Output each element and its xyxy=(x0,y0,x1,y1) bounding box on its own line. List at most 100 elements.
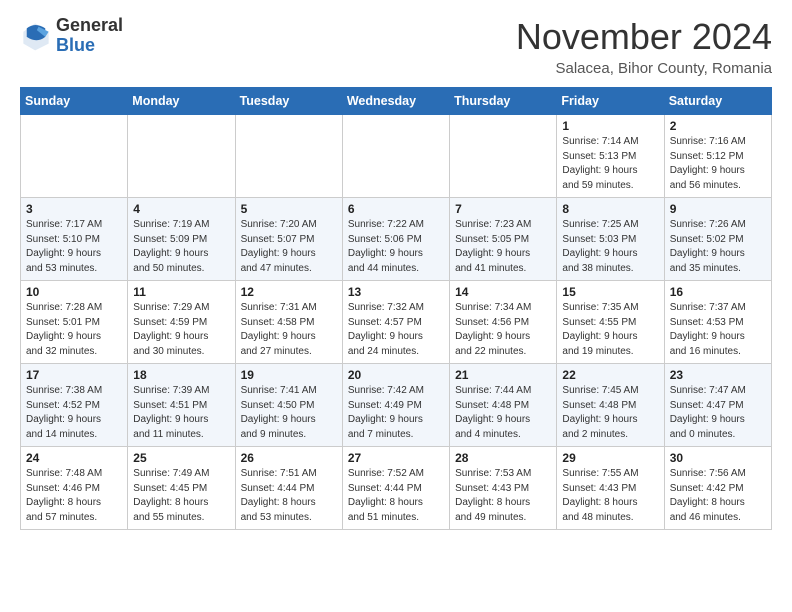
weekday-header-wednesday: Wednesday xyxy=(342,88,449,115)
day-info: Sunrise: 7:16 AM Sunset: 5:12 PM Dayligh… xyxy=(670,135,766,193)
day-info: Sunrise: 7:53 AM Sunset: 4:43 PM Dayligh… xyxy=(455,467,551,525)
day-info: Sunrise: 7:52 AM Sunset: 4:44 PM Dayligh… xyxy=(348,467,444,525)
day-info: Sunrise: 7:26 AM Sunset: 5:02 PM Dayligh… xyxy=(670,218,766,276)
day-info: Sunrise: 7:14 AM Sunset: 5:13 PM Dayligh… xyxy=(562,135,658,193)
day-number: 30 xyxy=(670,451,766,465)
day-info: Sunrise: 7:55 AM Sunset: 4:43 PM Dayligh… xyxy=(562,467,658,525)
calendar-cell: 19Sunrise: 7:41 AM Sunset: 4:50 PM Dayli… xyxy=(235,364,342,447)
calendar-cell: 9Sunrise: 7:26 AM Sunset: 5:02 PM Daylig… xyxy=(664,198,771,281)
title-block: November 2024 Salacea, Bihor County, Rom… xyxy=(516,16,772,77)
day-info: Sunrise: 7:56 AM Sunset: 4:42 PM Dayligh… xyxy=(670,467,766,525)
day-number: 7 xyxy=(455,202,551,216)
logo: General Blue xyxy=(20,16,123,56)
day-info: Sunrise: 7:35 AM Sunset: 4:55 PM Dayligh… xyxy=(562,301,658,359)
calendar-week-1: 3 Sunrise: 7:17 AM Sunset: 5:10 PM Daylig… xyxy=(21,198,772,281)
day-info: Sunrise: 7:37 AM Sunset: 4:53 PM Dayligh… xyxy=(670,301,766,359)
day-info: Sunrise: 7:25 AM Sunset: 5:03 PM Dayligh… xyxy=(562,218,658,276)
day-number: 29 xyxy=(562,451,658,465)
calendar-cell: 6 Sunrise: 7:22 AM Sunset: 5:06 PM Daylig… xyxy=(342,198,449,281)
logo-text: General Blue xyxy=(56,16,123,56)
month-title: November 2024 xyxy=(516,16,772,58)
calendar-cell: 22Sunrise: 7:45 AM Sunset: 4:48 PM Dayli… xyxy=(557,364,664,447)
day-number: 12 xyxy=(241,285,337,299)
calendar-cell xyxy=(342,115,449,198)
day-number: 23 xyxy=(670,368,766,382)
weekday-header-monday: Monday xyxy=(128,88,235,115)
calendar-week-3: 17Sunrise: 7:38 AM Sunset: 4:52 PM Dayli… xyxy=(21,364,772,447)
day-info: Sunrise: 7:48 AM Sunset: 4:46 PM Dayligh… xyxy=(26,467,122,525)
day-info: Sunrise: 7:34 AM Sunset: 4:56 PM Dayligh… xyxy=(455,301,551,359)
calendar-cell: 14 Sunrise: 7:34 AM Sunset: 4:56 PM Dayli… xyxy=(450,281,557,364)
day-number: 3 xyxy=(26,202,122,216)
calendar-cell: 2 Sunrise: 7:16 AM Sunset: 5:12 PM Daylig… xyxy=(664,115,771,198)
calendar-cell: 18 Sunrise: 7:39 AM Sunset: 4:51 PM Dayli… xyxy=(128,364,235,447)
calendar-cell: 4Sunrise: 7:19 AM Sunset: 5:09 PM Daylig… xyxy=(128,198,235,281)
day-number: 27 xyxy=(348,451,444,465)
calendar-cell: 20Sunrise: 7:42 AM Sunset: 4:49 PM Dayli… xyxy=(342,364,449,447)
calendar-cell: 30 Sunrise: 7:56 AM Sunset: 4:42 PM Dayli… xyxy=(664,447,771,530)
day-info: Sunrise: 7:41 AM Sunset: 4:50 PM Dayligh… xyxy=(241,384,337,442)
day-number: 6 xyxy=(348,202,444,216)
day-info: Sunrise: 7:29 AM Sunset: 4:59 PM Dayligh… xyxy=(133,301,229,359)
calendar: SundayMondayTuesdayWednesdayThursdayFrid… xyxy=(20,87,772,530)
day-info: Sunrise: 7:47 AM Sunset: 4:47 PM Dayligh… xyxy=(670,384,766,442)
calendar-cell: 15 Sunrise: 7:35 AM Sunset: 4:55 PM Dayli… xyxy=(557,281,664,364)
calendar-cell: 25Sunrise: 7:49 AM Sunset: 4:45 PM Dayli… xyxy=(128,447,235,530)
day-number: 2 xyxy=(670,119,766,133)
calendar-cell: 11 Sunrise: 7:29 AM Sunset: 4:59 PM Dayli… xyxy=(128,281,235,364)
day-info: Sunrise: 7:38 AM Sunset: 4:52 PM Dayligh… xyxy=(26,384,122,442)
weekday-header-sunday: Sunday xyxy=(21,88,128,115)
calendar-cell: 3 Sunrise: 7:17 AM Sunset: 5:10 PM Daylig… xyxy=(21,198,128,281)
calendar-cell: 23 Sunrise: 7:47 AM Sunset: 4:47 PM Dayli… xyxy=(664,364,771,447)
weekday-header-friday: Friday xyxy=(557,88,664,115)
day-info: Sunrise: 7:17 AM Sunset: 5:10 PM Dayligh… xyxy=(26,218,122,276)
day-info: Sunrise: 7:51 AM Sunset: 4:44 PM Dayligh… xyxy=(241,467,337,525)
calendar-cell: 7 Sunrise: 7:23 AM Sunset: 5:05 PM Daylig… xyxy=(450,198,557,281)
weekday-header-thursday: Thursday xyxy=(450,88,557,115)
day-number: 8 xyxy=(562,202,658,216)
day-number: 20 xyxy=(348,368,444,382)
calendar-cell: 8 Sunrise: 7:25 AM Sunset: 5:03 PM Daylig… xyxy=(557,198,664,281)
day-info: Sunrise: 7:39 AM Sunset: 4:51 PM Dayligh… xyxy=(133,384,229,442)
calendar-cell: 29 Sunrise: 7:55 AM Sunset: 4:43 PM Dayli… xyxy=(557,447,664,530)
calendar-cell: 12 Sunrise: 7:31 AM Sunset: 4:58 PM Dayli… xyxy=(235,281,342,364)
page: General Blue November 2024 Salacea, Biho… xyxy=(0,0,792,546)
day-number: 18 xyxy=(133,368,229,382)
day-number: 14 xyxy=(455,285,551,299)
calendar-week-0: 1Sunrise: 7:14 AM Sunset: 5:13 PM Daylig… xyxy=(21,115,772,198)
day-number: 5 xyxy=(241,202,337,216)
day-number: 22 xyxy=(562,368,658,382)
calendar-cell: 16 Sunrise: 7:37 AM Sunset: 4:53 PM Dayli… xyxy=(664,281,771,364)
location: Salacea, Bihor County, Romania xyxy=(516,60,772,77)
day-info: Sunrise: 7:44 AM Sunset: 4:48 PM Dayligh… xyxy=(455,384,551,442)
calendar-cell: 17Sunrise: 7:38 AM Sunset: 4:52 PM Dayli… xyxy=(21,364,128,447)
day-info: Sunrise: 7:20 AM Sunset: 5:07 PM Dayligh… xyxy=(241,218,337,276)
day-info: Sunrise: 7:22 AM Sunset: 5:06 PM Dayligh… xyxy=(348,218,444,276)
day-info: Sunrise: 7:23 AM Sunset: 5:05 PM Dayligh… xyxy=(455,218,551,276)
calendar-cell xyxy=(128,115,235,198)
calendar-cell xyxy=(450,115,557,198)
day-info: Sunrise: 7:32 AM Sunset: 4:57 PM Dayligh… xyxy=(348,301,444,359)
day-number: 10 xyxy=(26,285,122,299)
day-info: Sunrise: 7:31 AM Sunset: 4:58 PM Dayligh… xyxy=(241,301,337,359)
calendar-cell: 26 Sunrise: 7:51 AM Sunset: 4:44 PM Dayli… xyxy=(235,447,342,530)
day-number: 15 xyxy=(562,285,658,299)
day-number: 13 xyxy=(348,285,444,299)
day-number: 21 xyxy=(455,368,551,382)
weekday-header-row: SundayMondayTuesdayWednesdayThursdayFrid… xyxy=(21,88,772,115)
weekday-header-tuesday: Tuesday xyxy=(235,88,342,115)
calendar-cell xyxy=(21,115,128,198)
calendar-cell: 24 Sunrise: 7:48 AM Sunset: 4:46 PM Dayli… xyxy=(21,447,128,530)
calendar-cell: 1Sunrise: 7:14 AM Sunset: 5:13 PM Daylig… xyxy=(557,115,664,198)
logo-general: General xyxy=(56,15,123,35)
logo-blue: Blue xyxy=(56,35,95,55)
day-number: 16 xyxy=(670,285,766,299)
day-info: Sunrise: 7:49 AM Sunset: 4:45 PM Dayligh… xyxy=(133,467,229,525)
calendar-week-4: 24 Sunrise: 7:48 AM Sunset: 4:46 PM Dayli… xyxy=(21,447,772,530)
day-number: 11 xyxy=(133,285,229,299)
day-number: 26 xyxy=(241,451,337,465)
calendar-week-2: 10Sunrise: 7:28 AM Sunset: 5:01 PM Dayli… xyxy=(21,281,772,364)
calendar-cell: 13 Sunrise: 7:32 AM Sunset: 4:57 PM Dayli… xyxy=(342,281,449,364)
day-number: 24 xyxy=(26,451,122,465)
day-number: 28 xyxy=(455,451,551,465)
